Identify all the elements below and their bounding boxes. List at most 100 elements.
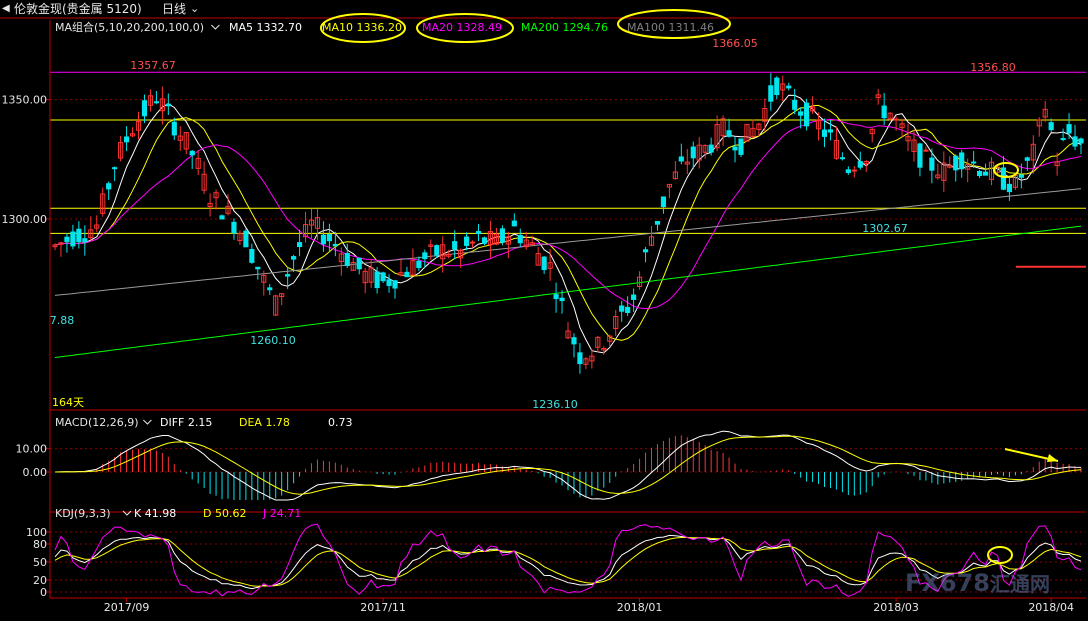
- candle-body: [374, 271, 380, 289]
- price-annotation: 1260.10: [250, 334, 296, 347]
- candle-body: [1018, 174, 1024, 178]
- candle-body: [112, 167, 118, 170]
- candle-body: [255, 266, 261, 270]
- y-tick-label: 10.00: [16, 443, 48, 456]
- candle-body: [326, 233, 332, 242]
- price-annotation: 1357.67: [130, 59, 176, 72]
- candle-body: [732, 146, 738, 151]
- candle-body: [452, 241, 458, 250]
- legend-label: KDJ(9,3,3): [55, 507, 111, 520]
- candle-body: [464, 236, 470, 246]
- candle-body: [553, 294, 559, 300]
- candle-body: [1060, 138, 1066, 141]
- candle-body: [386, 279, 392, 286]
- candle-body: [571, 337, 577, 345]
- candle-body: [977, 170, 983, 177]
- candle-body: [141, 100, 148, 117]
- candle-body: [577, 352, 583, 365]
- legend-item: DIFF 2.15: [160, 416, 212, 429]
- candle-body: [1078, 138, 1084, 144]
- candle-body: [481, 237, 488, 244]
- candle-body: [923, 149, 929, 152]
- candle-body: [1024, 157, 1030, 161]
- candle-body: [792, 99, 798, 110]
- legend-item: J 24.71: [262, 507, 301, 520]
- candle-body: [798, 111, 804, 116]
- candle-body: [631, 294, 637, 300]
- candle-body: [1000, 167, 1007, 190]
- candle-body: [1072, 136, 1078, 147]
- candle-body: [434, 245, 440, 256]
- candle-body: [1066, 124, 1072, 134]
- y-tick-label: 80: [33, 538, 47, 551]
- legend-item: K 41.98: [134, 507, 176, 520]
- candle-body: [619, 305, 625, 312]
- candle-body: [1048, 122, 1054, 131]
- candle-body: [171, 121, 177, 136]
- candle-body: [845, 169, 851, 173]
- candle-body: [219, 215, 225, 220]
- candle-body: [953, 155, 959, 171]
- candle-body: [708, 144, 714, 153]
- candle-body: [291, 256, 297, 260]
- candle-body: [959, 152, 965, 170]
- legend-item: D 50.62: [203, 507, 246, 520]
- price-annotation: 7.88: [50, 314, 75, 327]
- candlestick-chart[interactable]: 1350.001300.0010.000.0010080502002017/09…: [0, 0, 1088, 621]
- legend-label: MA组合(5,10,20,200,100,0): [55, 20, 204, 34]
- y-tick-label: 50: [33, 556, 47, 569]
- candle-body: [267, 287, 273, 291]
- price-annotation: 164天: [52, 396, 84, 409]
- legend-item: DEA 1.78: [239, 416, 290, 429]
- candle-body: [929, 157, 935, 171]
- candle-body: [422, 252, 428, 260]
- candle-body: [726, 130, 732, 137]
- candle-body: [857, 161, 863, 168]
- y-tick-label: 1300.00: [2, 213, 48, 226]
- legend-item: MA10 1336.20: [322, 21, 402, 34]
- watermark: FX678: [905, 569, 990, 597]
- candle-body: [738, 138, 744, 155]
- candle-body: [416, 260, 422, 269]
- candle-body: [517, 234, 523, 244]
- candle-body: [827, 129, 834, 133]
- candle-body: [774, 77, 780, 96]
- candle-body: [70, 231, 76, 247]
- price-annotation: 1236.10: [532, 398, 578, 411]
- x-tick-label: 2018/01: [617, 601, 663, 614]
- candle-body: [475, 231, 482, 235]
- candle-body: [625, 306, 631, 313]
- candle-body: [344, 252, 350, 266]
- candle-body: [64, 236, 70, 242]
- candle-body: [243, 230, 249, 248]
- watermark-sub: 汇通网: [990, 572, 1050, 596]
- candle-body: [320, 234, 327, 245]
- y-tick-label: 0.00: [23, 466, 48, 479]
- candle-body: [249, 248, 255, 263]
- x-tick-label: 2017/11: [360, 601, 406, 614]
- candle-body: [893, 118, 899, 121]
- y-tick-label: 0: [40, 586, 47, 599]
- legend-item: MA200 1294.76: [521, 21, 608, 34]
- legend-label: MACD(12,26,9): [55, 416, 139, 429]
- candle-body: [380, 272, 386, 282]
- candle-body: [982, 171, 989, 176]
- candle-body: [851, 169, 857, 172]
- x-tick-label: 2018/03: [873, 601, 919, 614]
- legend-item: MA100 1311.46: [627, 21, 714, 34]
- candle-body: [153, 101, 159, 104]
- candle-body: [654, 220, 661, 225]
- candle-body: [189, 150, 195, 156]
- candle-body: [332, 243, 338, 247]
- candle-body: [123, 136, 130, 143]
- candle-body: [285, 274, 291, 277]
- candle-body: [804, 102, 810, 127]
- candle-body: [690, 146, 696, 159]
- candle-body: [76, 228, 82, 243]
- legend-item: MA5 1332.70: [229, 21, 302, 34]
- candle-body: [559, 297, 565, 302]
- candle-body: [917, 143, 923, 168]
- candle-body: [660, 196, 667, 208]
- candle-body: [356, 257, 362, 270]
- legend-item: MA20 1328.49: [422, 21, 502, 34]
